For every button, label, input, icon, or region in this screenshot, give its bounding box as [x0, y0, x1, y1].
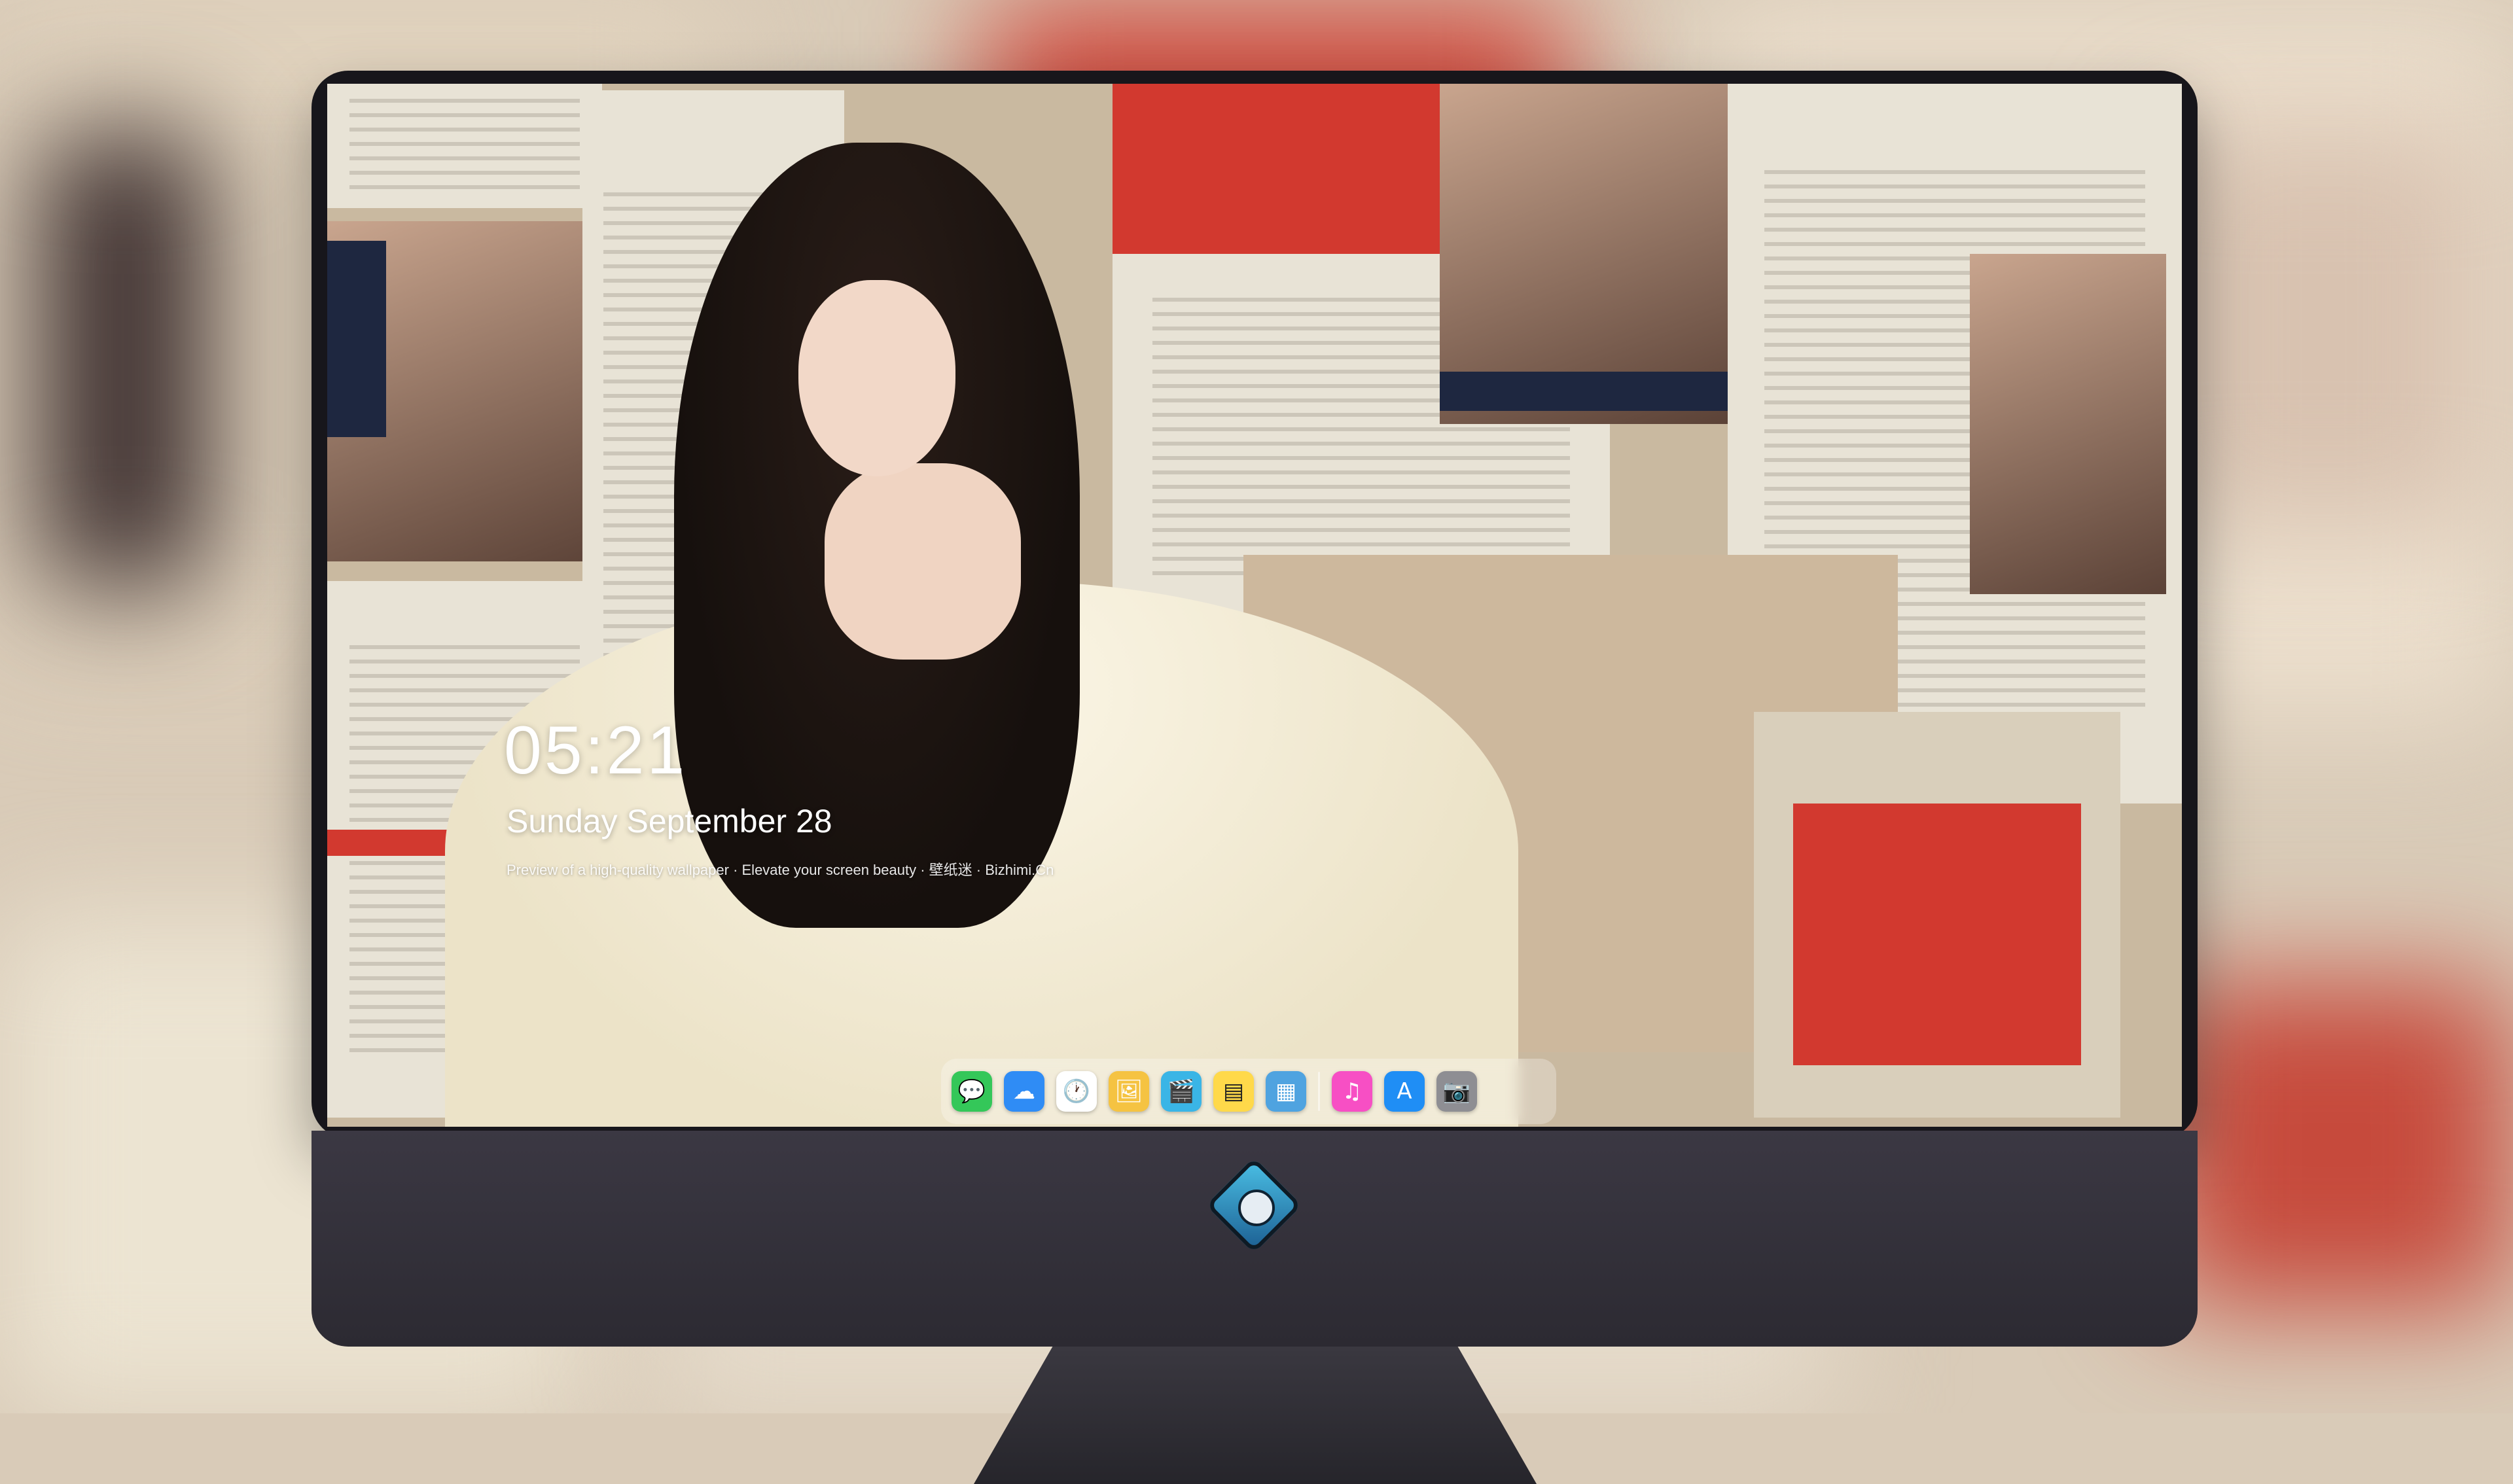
lock-screen: 05:21 Sunday September 28 Preview of a h…	[327, 84, 2182, 1127]
lock-screen-time: 05:21	[504, 713, 688, 788]
music-icon[interactable]: ♫	[1332, 1071, 1372, 1112]
monitor: 05:21 Sunday September 28 Preview of a h…	[312, 71, 2198, 1484]
wallpaper-portrait-right	[1970, 254, 2166, 594]
wallpaper-caption: Preview of a high-quality wallpaper · El…	[507, 862, 1054, 878]
brand-logo-mascot	[1238, 1190, 1275, 1226]
monitor-stand	[974, 1347, 1537, 1484]
dock: 💬 ☁ 🕐 🖼 🎬 ▤ ▦ ♫ A 📷	[941, 1059, 1556, 1124]
bg-blob	[39, 131, 209, 589]
wallpaper-stripe	[1440, 372, 1728, 411]
clock-icon[interactable]: 🕐	[1056, 1071, 1097, 1112]
wallpaper-figure-face	[798, 280, 955, 476]
wallpaper-figure-neck	[825, 463, 1021, 660]
wallpaper-newspaper	[327, 84, 602, 208]
clips-icon[interactable]: 🎬	[1161, 1071, 1202, 1112]
camera-icon[interactable]: 📷	[1436, 1071, 1477, 1112]
wallpaper-red-artwork	[1793, 804, 2081, 1065]
notes-icon[interactable]: ▤	[1213, 1071, 1254, 1112]
app-store-icon[interactable]: A	[1384, 1071, 1425, 1112]
weather-icon[interactable]: ☁	[1004, 1071, 1044, 1112]
photo-booth-icon[interactable]: ▦	[1266, 1071, 1306, 1112]
wallpaper-poster-text	[327, 241, 386, 437]
dock-separator	[1318, 1072, 1320, 1111]
bg-blob	[2160, 131, 2487, 523]
lock-screen-date: Sunday September 28	[507, 803, 832, 839]
bg-blob	[2160, 981, 2513, 1309]
preview-icon[interactable]: 🖼	[1109, 1071, 1149, 1112]
messages-icon[interactable]: 💬	[952, 1071, 992, 1112]
